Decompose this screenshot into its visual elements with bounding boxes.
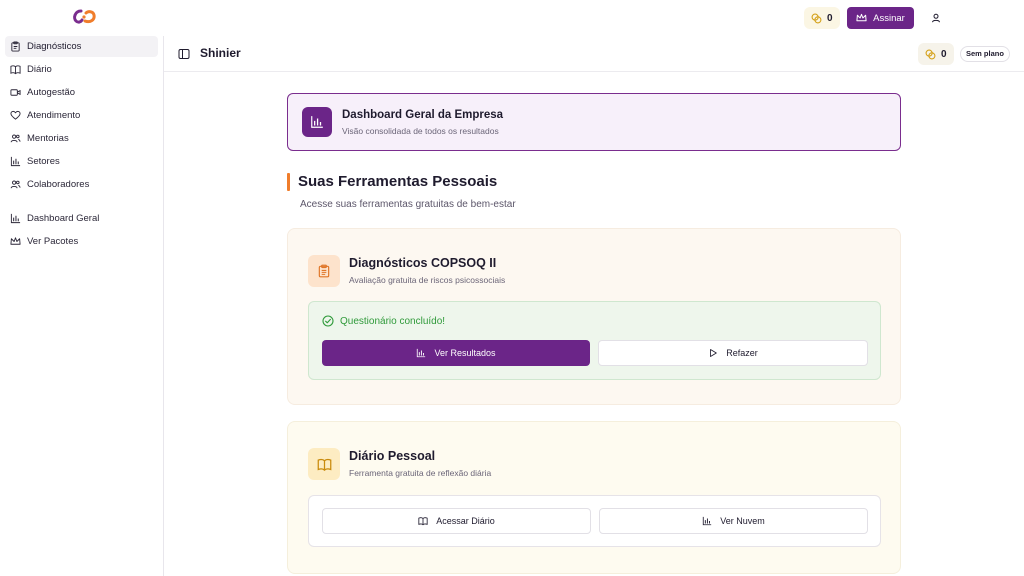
coin-balance[interactable]: 0 — [804, 7, 840, 29]
sidebar-item-mentorias[interactable]: Mentorias — [5, 128, 158, 149]
heart-icon — [10, 110, 21, 120]
users-icon — [10, 134, 21, 143]
sidebar-item-atendimento[interactable]: Atendimento — [5, 105, 158, 126]
access-diary-label: Acessar Diário — [436, 516, 495, 526]
sidebar-item-label: Colaboradores — [27, 179, 90, 190]
page-title: Shinier — [200, 46, 241, 60]
sidebar-divider — [0, 197, 163, 208]
completion-status: Questionário concluído! — [322, 315, 445, 327]
bar-chart-icon — [417, 348, 426, 358]
section-subtitle: Acesse suas ferramentas gratuitas de bem… — [300, 199, 516, 210]
bar-chart-icon — [10, 156, 21, 167]
coin-count: 0 — [941, 48, 947, 60]
diario-title: Diário Pessoal — [349, 449, 436, 463]
dashboard-card-subtitle: Visão consolidada de todos os resultados — [342, 126, 499, 136]
sidebar-item-label: Autogestão — [27, 87, 76, 98]
section-accent-bar — [287, 173, 290, 191]
sidebar-item-label: Ver Pacotes — [27, 236, 79, 247]
sidebar-item-diagnosticos[interactable]: Diagnósticos — [5, 36, 158, 57]
dashboard-icon-wrapper — [302, 107, 332, 137]
video-icon — [10, 89, 21, 96]
diario-actions: Acessar Diário Ver Nuvem — [308, 495, 881, 547]
sidebar-item-label: Mentorias — [27, 133, 69, 144]
clipboard-icon — [318, 264, 330, 278]
completion-status-text: Questionário concluído! — [340, 315, 446, 327]
sidebar: Diagnósticos Diário Autogestão Atendimen… — [0, 36, 164, 576]
sidebar-item-dashboard-geral[interactable]: Dashboard Geral — [5, 208, 158, 229]
book-icon — [10, 65, 21, 75]
coins-icon — [811, 13, 822, 23]
coins-icon — [925, 49, 936, 59]
sidebar-item-label: Dashboard Geral — [27, 213, 100, 224]
diario-subtitle: Ferramenta gratuita de reflexão diária — [349, 468, 492, 478]
book-icon — [317, 458, 331, 471]
user-menu-button[interactable] — [928, 10, 944, 26]
check-circle-icon — [322, 315, 334, 327]
sidebar-item-diario[interactable]: Diário — [5, 59, 158, 80]
copsoq-icon-wrapper — [308, 255, 340, 287]
section-title: Suas Ferramentas Pessoais — [298, 173, 498, 190]
bar-chart-icon — [703, 516, 712, 526]
sidebar-item-label: Atendimento — [27, 110, 81, 121]
crown-icon — [10, 237, 21, 245]
redo-button[interactable]: Refazer — [598, 340, 868, 366]
sidebar-item-autogestao[interactable]: Autogestão — [5, 82, 158, 103]
sidebar-item-colaboradores[interactable]: Colaboradores — [5, 174, 158, 195]
clipboard-icon — [11, 41, 20, 52]
sidebar-toggle-icon[interactable] — [178, 48, 190, 60]
brand-logo[interactable] — [72, 9, 96, 25]
access-diary-button[interactable]: Acessar Diário — [322, 508, 591, 534]
copsoq-subtitle: Avaliação gratuita de riscos psicossocia… — [349, 275, 506, 285]
book-icon — [418, 517, 428, 526]
top-bar: 0 Assinar — [0, 0, 1024, 36]
view-cloud-label: Ver Nuvem — [720, 516, 765, 526]
header-coin-balance[interactable]: 0 — [918, 43, 954, 65]
bar-chart-icon — [10, 213, 21, 224]
subscribe-label: Assinar — [873, 12, 905, 24]
users-icon — [10, 180, 21, 189]
redo-label: Refazer — [726, 348, 758, 358]
bar-chart-icon — [311, 116, 323, 128]
diario-card: Diário Pessoal Ferramenta gratuita de re… — [287, 421, 901, 574]
sidebar-item-label: Diagnósticos — [27, 41, 82, 52]
company-dashboard-card[interactable]: Dashboard Geral da Empresa Visão consoli… — [287, 93, 901, 151]
subscribe-button[interactable]: Assinar — [847, 7, 914, 29]
questionnaire-complete-box: Questionário concluído! Ver Resultados R… — [308, 301, 881, 380]
sidebar-item-ver-pacotes[interactable]: Ver Pacotes — [5, 231, 158, 252]
plan-badge: Sem plano — [960, 46, 1010, 62]
sidebar-item-setores[interactable]: Setores — [5, 151, 158, 172]
page-header: Shinier 0 Sem plano — [164, 36, 1024, 72]
crown-icon — [856, 13, 867, 22]
copsoq-card: Diagnósticos COPSOQ II Avaliação gratuit… — [287, 228, 901, 405]
coin-count: 0 — [827, 12, 833, 24]
view-results-label: Ver Resultados — [434, 348, 496, 358]
sidebar-item-label: Setores — [27, 156, 60, 167]
view-results-button[interactable]: Ver Resultados — [322, 340, 590, 366]
dashboard-card-title: Dashboard Geral da Empresa — [342, 109, 504, 121]
diario-icon-wrapper — [308, 448, 340, 480]
copsoq-title: Diagnósticos COPSOQ II — [349, 256, 497, 270]
sidebar-item-label: Diário — [27, 64, 52, 75]
view-cloud-button[interactable]: Ver Nuvem — [599, 508, 868, 534]
play-icon — [710, 349, 717, 357]
user-icon — [932, 13, 940, 23]
